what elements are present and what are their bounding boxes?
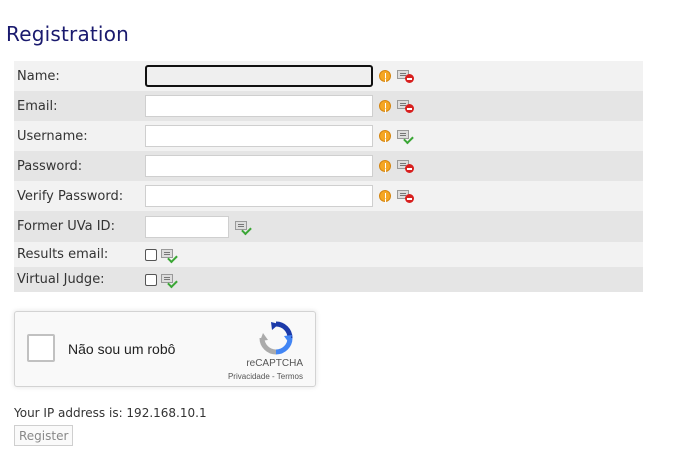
ip-address-text: Your IP address is: 192.168.10.1 — [14, 406, 207, 420]
verify-password-label: Verify Password: — [17, 188, 124, 204]
password-label: Password: — [17, 158, 83, 174]
username-field[interactable] — [145, 125, 373, 147]
recaptcha-logo-icon — [259, 321, 293, 355]
registration-form: Name: Email: Username: Password: Verify … — [14, 61, 643, 292]
form-row-username: Username: — [14, 121, 643, 151]
valid-doc-icon — [397, 129, 414, 145]
recaptcha-privacy-link[interactable]: Privacidade — [228, 372, 270, 381]
recaptcha-brand: reCAPTCHA — [246, 358, 303, 369]
email-label: Email: — [17, 98, 58, 114]
username-label: Username: — [17, 128, 88, 144]
name-field[interactable] — [145, 65, 373, 87]
warning-icon — [379, 160, 391, 172]
warning-icon — [379, 130, 391, 142]
warning-icon — [379, 190, 391, 202]
recaptcha-terms-link[interactable]: Termos — [277, 372, 303, 381]
recaptcha-checkbox-label: Não sou um robô — [68, 341, 176, 357]
invalid-doc-icon — [397, 189, 414, 203]
page-title: Registration — [6, 22, 130, 46]
verify-password-field[interactable] — [145, 185, 373, 207]
valid-doc-icon — [161, 273, 178, 288]
register-button[interactable]: Register — [14, 425, 74, 446]
name-label: Name: — [17, 68, 60, 84]
warning-icon — [379, 70, 391, 82]
form-row-results-email: Results email: — [14, 242, 643, 267]
recaptcha-links: Privacidade - Termos — [228, 372, 303, 381]
valid-doc-icon — [161, 248, 178, 263]
form-row-password: Password: — [14, 151, 643, 181]
results-email-checkbox[interactable] — [145, 248, 157, 261]
results-email-label: Results email: — [17, 247, 109, 262]
password-field[interactable] — [145, 155, 373, 177]
invalid-doc-icon — [397, 99, 414, 113]
recaptcha-links-separator: - — [272, 372, 275, 381]
invalid-doc-icon — [397, 69, 414, 83]
valid-doc-icon — [235, 220, 252, 235]
virtual-judge-label: Virtual Judge: — [17, 272, 105, 287]
form-row-former-uva-id: Former UVa ID: — [14, 211, 643, 242]
form-row-verify-password: Verify Password: — [14, 181, 643, 211]
recaptcha-widget: Não sou um robô reCAPTCHA Privacidade - … — [14, 311, 316, 387]
form-row-email: Email: — [14, 91, 643, 121]
virtual-judge-checkbox[interactable] — [145, 273, 157, 286]
invalid-doc-icon — [397, 159, 414, 173]
form-row-virtual-judge: Virtual Judge: — [14, 267, 643, 292]
warning-icon — [379, 100, 391, 112]
email-field[interactable] — [145, 95, 373, 117]
form-row-name: Name: — [14, 61, 643, 91]
recaptcha-checkbox[interactable] — [27, 334, 55, 362]
former-uva-id-label: Former UVa ID: — [17, 219, 115, 234]
former-uva-id-field[interactable] — [145, 215, 229, 238]
